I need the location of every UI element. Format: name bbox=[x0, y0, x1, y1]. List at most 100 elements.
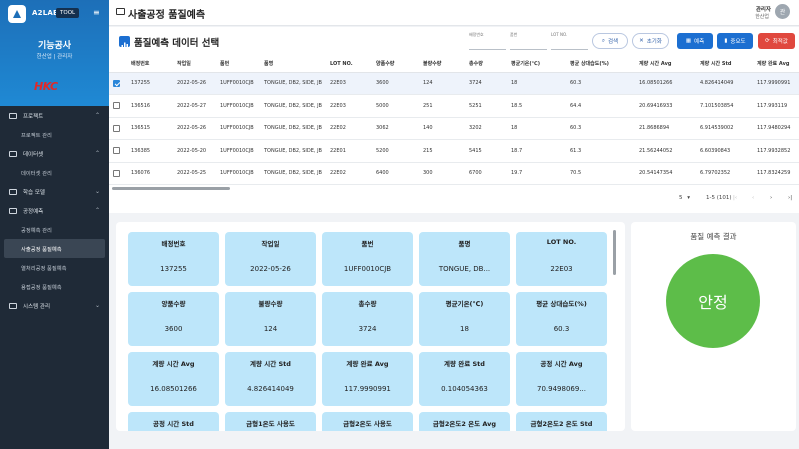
column-header[interactable]: 작업일 bbox=[173, 56, 216, 73]
tile-label: 금형2온도2 온도 Avg bbox=[432, 420, 497, 428]
column-header[interactable]: 평균 상대습도(%) bbox=[566, 56, 635, 73]
vertical-scrollbar[interactable] bbox=[613, 230, 616, 275]
column-header[interactable]: LOT NO. bbox=[326, 56, 372, 73]
first-page-icon[interactable]: |‹ bbox=[733, 195, 737, 201]
row-checkbox[interactable] bbox=[113, 169, 120, 177]
nav-group-dataset[interactable]: 데이터셋 ⌃ bbox=[0, 144, 109, 163]
tile-label: 품명 bbox=[458, 240, 471, 248]
tile-value: 4.826414049 bbox=[247, 385, 294, 393]
column-header[interactable]: 계량 시간 Avg bbox=[635, 56, 696, 73]
close-icon: ✕ bbox=[639, 38, 644, 44]
table-cell: 1UFF0010CJB bbox=[216, 162, 260, 185]
predict-button-label: 예측 bbox=[694, 39, 705, 45]
column-header[interactable]: 계량 완료 Avg bbox=[753, 56, 799, 73]
reset-button-label: 초기화 bbox=[646, 39, 662, 45]
reset-button[interactable]: ✕ 초기화 bbox=[632, 33, 669, 49]
tile-label: 평균 상대습도(%) bbox=[536, 300, 587, 308]
column-header[interactable]: 품명 bbox=[260, 56, 326, 73]
nav-item-project-manage[interactable]: 프로젝트 관리 bbox=[0, 125, 109, 144]
filter-label: LOT NO. bbox=[551, 32, 568, 37]
company-name: 기능공사 bbox=[37, 41, 72, 51]
filter-assign-no[interactable]: 배정번호 bbox=[469, 32, 506, 50]
table-cell: 5000 bbox=[372, 94, 419, 118]
table-cell: 2022-05-26 bbox=[173, 117, 216, 140]
sidebar-header: A2LAB TOOL ≡ 기능공사 한산업 | 관리자 HKC bbox=[0, 0, 109, 106]
table-cell: 22E03 bbox=[326, 94, 372, 118]
tile-label: 금형1온도 사용도 bbox=[246, 420, 295, 428]
next-page-icon[interactable]: › bbox=[770, 195, 772, 201]
detail-tile: 공정 시간 Avg 70.9498069... bbox=[516, 352, 607, 406]
column-header[interactable]: 품번 bbox=[216, 56, 260, 73]
sidebar-user-line: 한산업 | 관리자 bbox=[36, 54, 73, 60]
table-cell: 3600 bbox=[372, 72, 419, 95]
menu-toggle-icon[interactable]: ≡ bbox=[93, 8, 100, 17]
nav-item-heat-quality[interactable]: 열처리공정 품질예측 bbox=[0, 258, 109, 277]
predict-button[interactable]: ▦ 예측 bbox=[677, 33, 713, 49]
last-page-icon[interactable]: ›| bbox=[788, 195, 792, 201]
monitor-icon bbox=[9, 302, 17, 309]
column-header[interactable]: 배정번호 bbox=[127, 56, 173, 73]
table-cell: 1UFF0010CJB bbox=[216, 139, 260, 163]
page-size-select[interactable]: 5 ▾ bbox=[679, 195, 690, 201]
nav-item-process-manage[interactable]: 공정예측 관리 bbox=[0, 220, 109, 239]
tile-label: 금형2온도 사용도 bbox=[343, 420, 392, 428]
page-title: 사출공정 품질예측 bbox=[128, 10, 206, 21]
nav-group-label: 프로젝트 bbox=[23, 113, 44, 120]
detail-tile: 총수량 3724 bbox=[322, 292, 413, 346]
nav-group-process[interactable]: 공정예측 ⌃ bbox=[0, 201, 109, 220]
detail-tile: 배정번호 137255 bbox=[128, 232, 219, 286]
detail-tile: 불량수량 124 bbox=[225, 292, 316, 346]
nav-group-model[interactable]: 학습 모델 ⌄ bbox=[0, 182, 109, 201]
optimize-button[interactable]: ⟳ 최적값 bbox=[758, 33, 795, 49]
tile-value: 137255 bbox=[160, 265, 187, 273]
row-checkbox[interactable] bbox=[113, 79, 120, 87]
user-id: 한산업 bbox=[755, 14, 769, 20]
column-header[interactable]: 계량 시간 Std bbox=[696, 56, 753, 73]
row-checkbox[interactable] bbox=[113, 147, 120, 155]
filter-part-no[interactable]: 품번 bbox=[510, 32, 547, 50]
table-row[interactable]: 137255 2022-05-26 1UFF0010CJB TONGUE, DB2, … bbox=[109, 72, 799, 95]
nav-item-weld-quality[interactable]: 용접공정 품질예측 bbox=[0, 277, 109, 296]
filter-label: 품번 bbox=[510, 32, 518, 37]
table-cell: 117.993119 bbox=[753, 94, 799, 118]
table-cell: 2022-05-25 bbox=[173, 162, 216, 185]
tile-value: 3724 bbox=[358, 325, 377, 333]
importance-button[interactable]: ▮ 중요도 bbox=[717, 33, 753, 49]
row-checkbox[interactable] bbox=[113, 124, 120, 132]
search-button[interactable]: ⌕ 검색 bbox=[592, 33, 628, 49]
nav-item-dataset-manage[interactable]: 데이터셋 관리 bbox=[0, 163, 109, 182]
importance-button-label: 중요도 bbox=[730, 39, 746, 45]
table-cell: 21.56244052 bbox=[635, 139, 696, 163]
column-header[interactable]: 총수량 bbox=[465, 56, 507, 73]
tile-label: 배정번호 bbox=[161, 240, 186, 248]
table-row[interactable]: 136385 2022-05-20 1UFF0010CJB TONGUE, DB2, … bbox=[109, 139, 799, 163]
detail-tile: 작업일 2022-05-26 bbox=[225, 232, 316, 286]
table-row[interactable]: 136516 2022-05-27 1UFF0010CJB TONGUE, DB2, … bbox=[109, 94, 799, 118]
table-cell: 117.9990991 bbox=[753, 72, 799, 95]
table-cell: 20.69416933 bbox=[635, 94, 696, 118]
column-header[interactable]: 불량수량 bbox=[419, 56, 465, 73]
nav-item-injection-quality[interactable]: 사출공정 품질예측 bbox=[4, 239, 105, 258]
table-cell: 18.5 bbox=[507, 94, 566, 118]
horizontal-scrollbar[interactable] bbox=[112, 187, 230, 190]
row-checkbox[interactable] bbox=[113, 102, 120, 110]
table-row[interactable]: 136515 2022-05-26 1UFF0010CJB TONGUE, DB2, … bbox=[109, 117, 799, 140]
column-header[interactable]: 평균기온(℃) bbox=[507, 56, 566, 73]
prev-page-icon[interactable]: ‹ bbox=[752, 195, 754, 201]
table-header-row: 배정번호 작업일 품번 품명 LOT NO. 양품수량 불량수량 총수량 평균기… bbox=[109, 56, 799, 73]
table-cell: 251 bbox=[419, 94, 465, 118]
table-cell: 5200 bbox=[372, 139, 419, 163]
table-cell: 19.7 bbox=[507, 162, 566, 185]
nav-group-project[interactable]: 프로젝트 ⌃ bbox=[0, 106, 109, 125]
nav-group-system[interactable]: 시스템 관리 ⌄ bbox=[0, 296, 109, 315]
table-row[interactable]: 136076 2022-05-25 1UFF0010CJB TONGUE, DB2, … bbox=[109, 162, 799, 185]
table-cell: 6700 bbox=[465, 162, 507, 185]
table-cell: 117.9932852 bbox=[753, 139, 799, 163]
table-cell: 3202 bbox=[465, 117, 507, 140]
monitor-icon bbox=[116, 8, 125, 15]
avatar[interactable]: 관 bbox=[775, 4, 790, 19]
tile-label: 평균기온(℃) bbox=[445, 300, 484, 308]
column-header[interactable]: 양품수량 bbox=[372, 56, 419, 73]
bar-chart-icon: ▮ bbox=[724, 38, 728, 44]
filter-lot-no[interactable]: LOT NO. bbox=[551, 32, 588, 50]
